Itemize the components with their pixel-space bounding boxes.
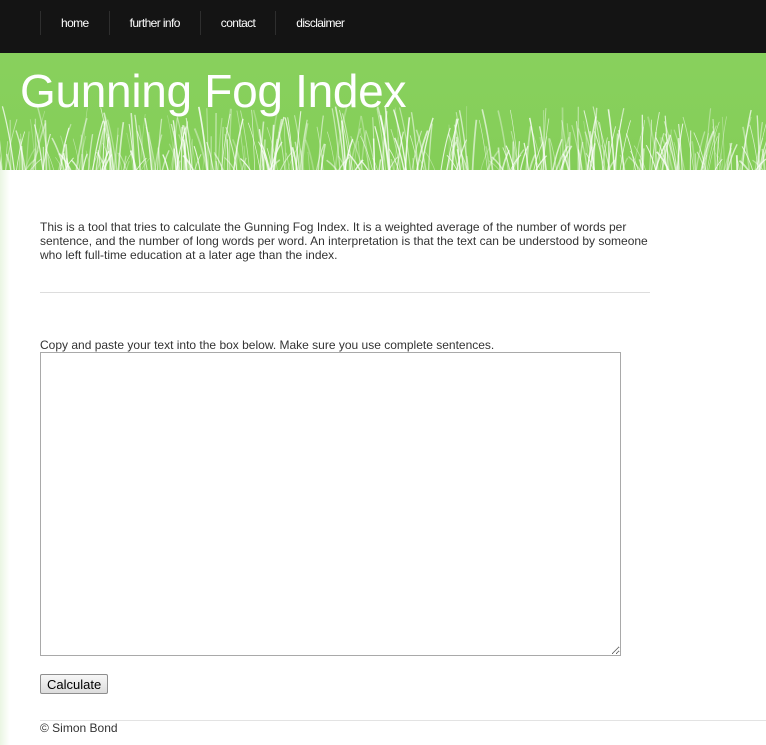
footer-divider [40, 720, 766, 721]
copyright-text: © Simon Bond [40, 721, 118, 735]
top-navigation-bar: home further info contact disclaimer [0, 0, 766, 53]
section-divider [40, 292, 650, 293]
grass-decoration [0, 106, 766, 173]
nav-home-link[interactable]: home [40, 11, 109, 35]
nav-further-info-link[interactable]: further info [108, 11, 200, 35]
left-gradient-strip [0, 170, 10, 745]
calculate-button[interactable]: Calculate [40, 674, 109, 694]
nav-contact-link[interactable]: contact [199, 11, 276, 35]
text-input-area[interactable] [40, 352, 621, 656]
main-menu: home further info contact disclaimer [40, 11, 364, 35]
instruction-text: Copy and paste your text into the box be… [40, 338, 495, 352]
main-content: This is a tool that tries to calculate t… [10, 170, 766, 745]
intro-paragraph: This is a tool that tries to calculate t… [40, 220, 648, 262]
nav-disclaimer-link[interactable]: disclaimer [275, 11, 364, 35]
